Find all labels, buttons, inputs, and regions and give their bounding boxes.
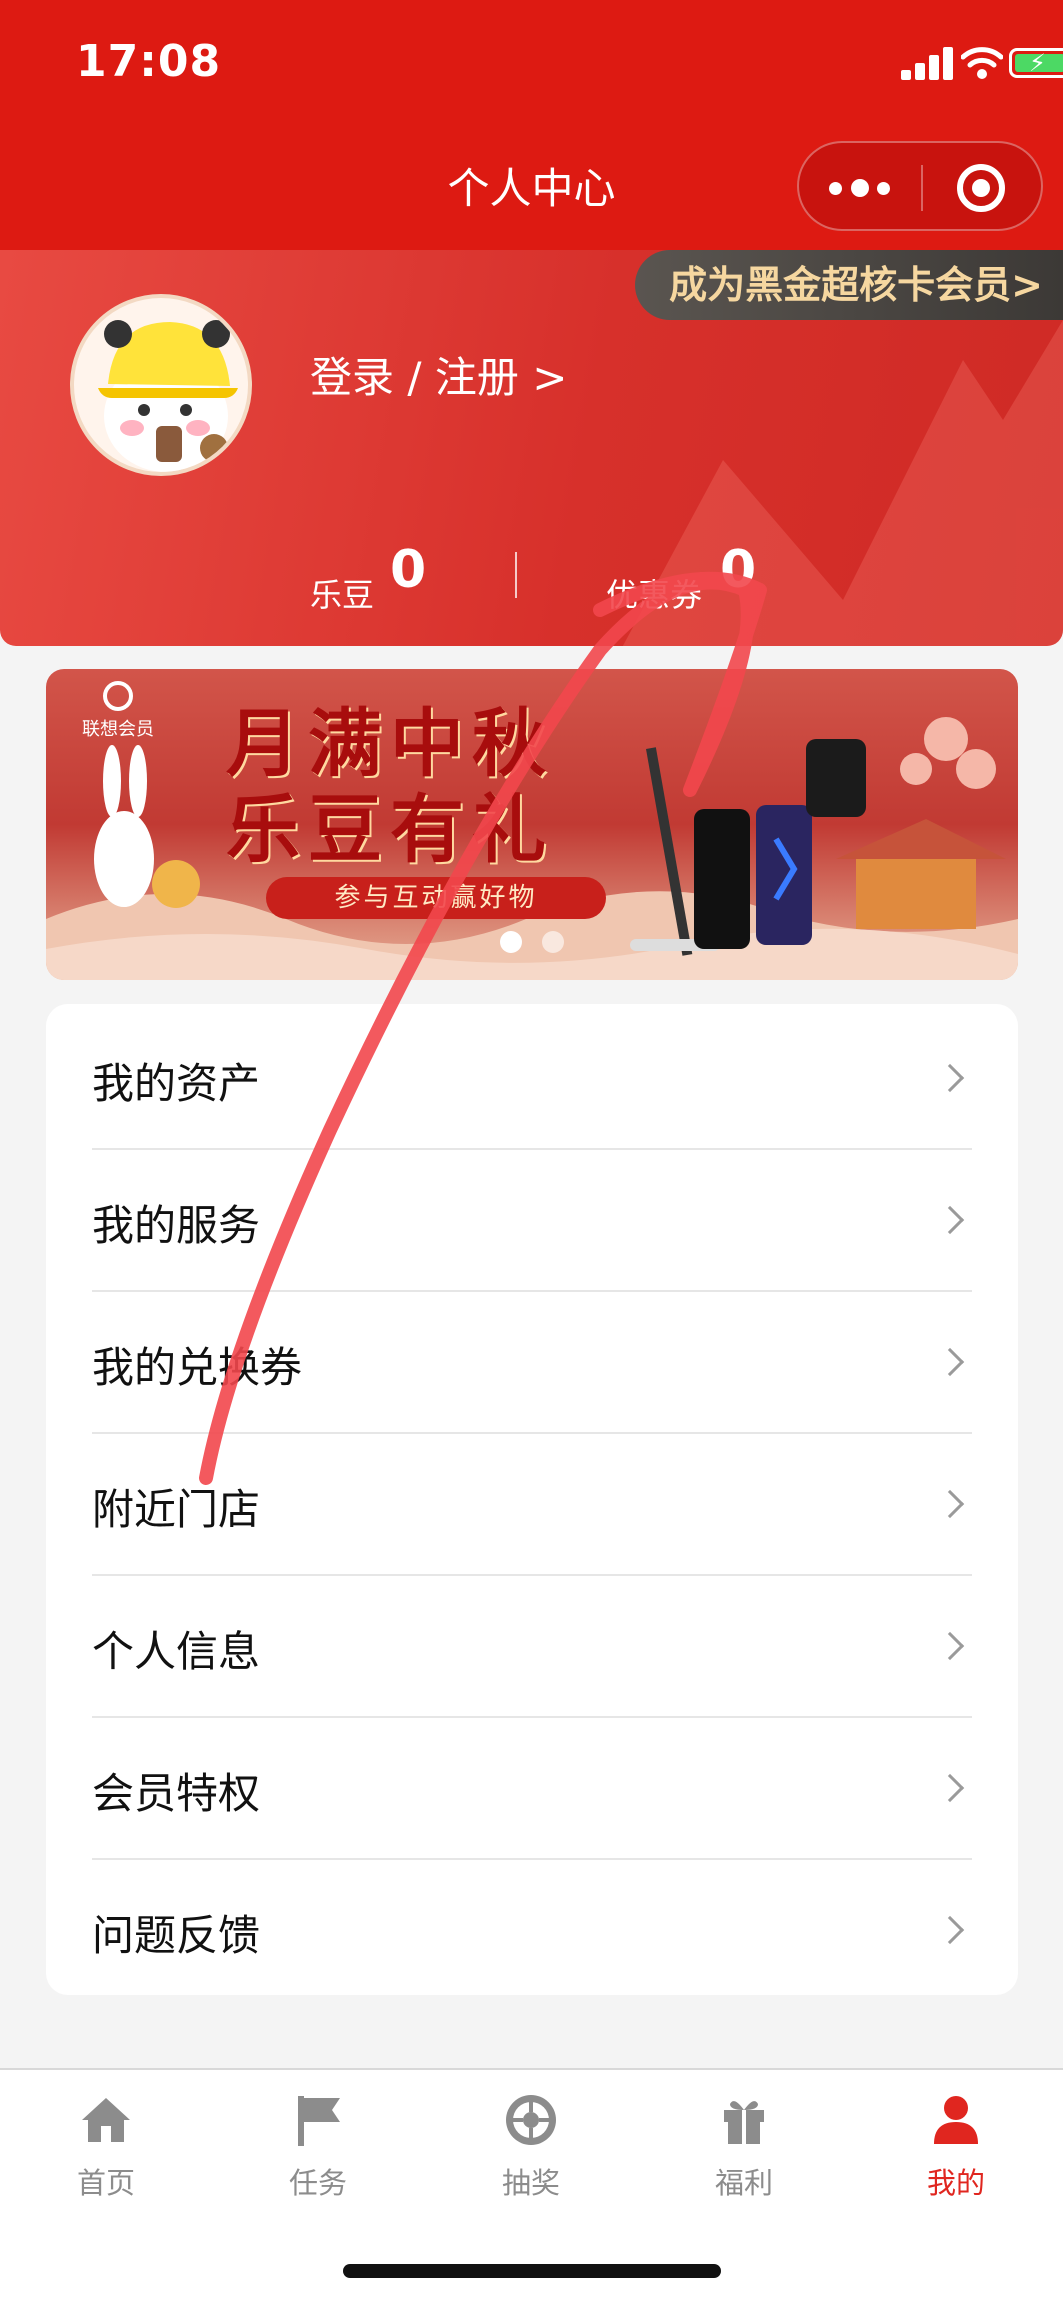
menu-item-member-privileges[interactable]: 会员特权 — [46, 1718, 1018, 1860]
menu-item-label: 附近门店 — [92, 1485, 261, 1534]
coupon-value[interactable]: 0 — [720, 540, 756, 600]
menu-item-label: 我的资产 — [92, 1059, 261, 1108]
stats-row: 乐豆 0 优惠券 0 — [0, 540, 1063, 614]
tab-lottery[interactable]: 抽奖 — [461, 2092, 601, 2212]
profile-header: 成为黑金超核卡会员> 登录 / 注册 > 乐豆 0 优惠券 0 — [0, 250, 1063, 646]
chevron-right-icon — [935, 1631, 965, 1661]
more-menu-button[interactable] — [829, 165, 909, 209]
menu-item-label: 问题反馈 — [92, 1911, 261, 1960]
home-indicator — [343, 2264, 721, 2278]
ledou-label: 乐豆 — [310, 576, 375, 614]
menu-item-personal-info[interactable]: 个人信息 — [46, 1576, 1018, 1718]
battery-icon: ⚡ — [1009, 48, 1063, 78]
home-icon — [82, 2098, 130, 2142]
banner-pagination — [500, 931, 580, 955]
menu-item-label: 我的服务 — [92, 1201, 261, 1250]
login-register-link[interactable]: 登录 / 注册 > — [310, 344, 567, 405]
tab-label: 首页 — [76, 2166, 135, 2200]
mini-program-capsule — [797, 141, 1043, 231]
menu-item-feedback[interactable]: 问题反馈 — [46, 1860, 1018, 2002]
member-upgrade-badge[interactable]: 成为黑金超核卡会员> — [635, 250, 1063, 320]
chevron-right-icon — [935, 1915, 965, 1945]
menu-item-assets[interactable]: 我的资产 — [46, 1008, 1018, 1150]
wifi-icon — [961, 47, 1003, 79]
banner-dot[interactable] — [542, 931, 564, 953]
flag-icon — [298, 2096, 340, 2146]
header-bar: 17:08 ⚡ 个人中心 — [0, 0, 1063, 250]
avatar[interactable] — [70, 294, 252, 476]
menu-item-label: 个人信息 — [92, 1627, 261, 1676]
chevron-right-icon — [935, 1063, 965, 1093]
banner-title: 月满中秋 乐豆有礼 — [226, 701, 554, 873]
tab-welfare[interactable]: 福利 — [674, 2092, 814, 2212]
chevron-right-icon — [935, 1773, 965, 1803]
banner-title-line1: 月满中秋 — [226, 701, 554, 787]
banner-brand-label: 联想会员 — [82, 719, 154, 740]
tab-tasks[interactable]: 任务 — [248, 2092, 388, 2212]
capsule-divider — [921, 165, 923, 211]
tab-label: 我的 — [926, 2166, 985, 2200]
stats-divider — [515, 552, 517, 598]
promo-banner[interactable]: 联想会员 月满中秋 乐豆有礼 参与互动赢好物 — [46, 669, 1018, 980]
ledou-value[interactable]: 0 — [390, 540, 426, 600]
banner-subtitle: 参与互动赢好物 — [266, 877, 606, 919]
banner-brand: 联想会员 — [82, 681, 154, 741]
menu-item-label: 我的兑换券 — [92, 1343, 303, 1392]
gift-icon — [724, 2101, 764, 2144]
menu-item-services[interactable]: 我的服务 — [46, 1150, 1018, 1292]
tab-label: 福利 — [714, 2166, 773, 2200]
banner-title-line2: 乐豆有礼 — [226, 787, 554, 873]
chevron-right-icon — [935, 1205, 965, 1235]
status-time: 17:08 — [76, 36, 222, 87]
tab-home[interactable]: 首页 — [36, 2092, 176, 2212]
chevron-right-icon — [935, 1489, 965, 1519]
menu-item-label: 会员特权 — [92, 1769, 261, 1818]
coupon-label: 优惠券 — [606, 576, 703, 614]
banner-dot-active[interactable] — [500, 931, 522, 953]
prize-wheel-icon — [506, 2095, 556, 2145]
signal-icon — [901, 46, 955, 80]
tab-label: 任务 — [288, 2166, 347, 2200]
menu-list: 我的资产 我的服务 我的兑换券 附近门店 个人信息 会员特权 问题反馈 — [46, 1004, 1018, 1995]
person-icon — [934, 2096, 978, 2144]
close-mini-program-button[interactable] — [957, 164, 1005, 212]
tab-label: 抽奖 — [501, 2166, 560, 2200]
menu-item-nearby-stores[interactable]: 附近门店 — [46, 1434, 1018, 1576]
menu-item-vouchers[interactable]: 我的兑换券 — [46, 1292, 1018, 1434]
chevron-right-icon — [935, 1347, 965, 1377]
lenovo-member-logo-icon — [103, 681, 133, 711]
tab-mine[interactable]: 我的 — [886, 2092, 1026, 2212]
